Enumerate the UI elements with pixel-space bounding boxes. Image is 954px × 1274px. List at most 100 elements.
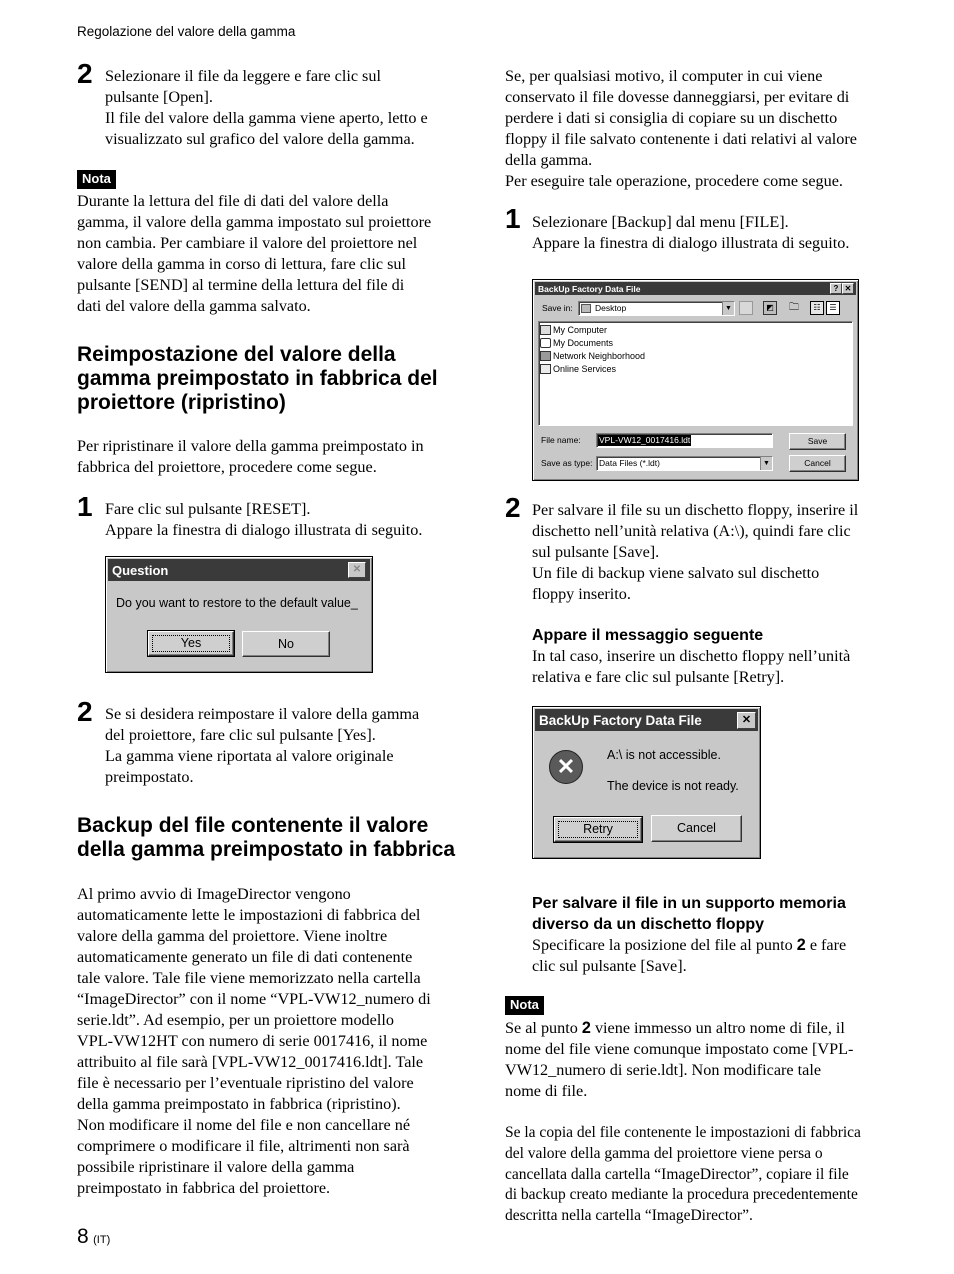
text-line: della gamma preimpostato in fabbrica (ri… bbox=[77, 1095, 401, 1113]
text-line: Per eseguire tale operazione, procedere … bbox=[505, 172, 843, 190]
computer-icon bbox=[540, 324, 551, 335]
text-line: VW12_numero di serie.ldt]. Non modificar… bbox=[505, 1061, 822, 1079]
text-run: Se al punto bbox=[505, 1019, 582, 1037]
text-line: automaticamente generato un file di dati… bbox=[77, 948, 413, 966]
text-line: pulsante [SEND] al termine della lettura… bbox=[77, 276, 405, 294]
page-number-block: 8 (IT) bbox=[77, 1225, 110, 1249]
step-number: 2 bbox=[77, 696, 93, 727]
text-line: del valore della gamma del proiettore vi… bbox=[505, 1144, 823, 1162]
other-media-heading: Per salvare il file in un supporto memor… bbox=[532, 893, 846, 935]
page-language: (IT) bbox=[93, 1234, 111, 1246]
text-line: preimpostato in fabbrica del proiettore. bbox=[77, 1179, 331, 1197]
list-view-icon[interactable]: ☷ bbox=[810, 301, 824, 315]
other-media-text: Specificare la posizione del file al pun… bbox=[532, 935, 846, 977]
step-text: Selezionare [Backup] dal menu [FILE]. Ap… bbox=[532, 212, 849, 254]
close-button[interactable]: ✕ bbox=[737, 712, 756, 729]
nota-label: Nota bbox=[505, 996, 544, 1015]
heading-line: della gamma preimpostato in fabbrica bbox=[77, 838, 456, 861]
text-line: Se al punto 2 viene immesso un altro nom… bbox=[505, 1018, 853, 1039]
no-button[interactable]: No bbox=[242, 631, 330, 657]
nota-text: Se al punto 2 viene immesso un altro nom… bbox=[505, 1018, 853, 1102]
text-line: Appare la finestra di dialogo illustrata… bbox=[105, 521, 423, 539]
save-in-value: Desktop bbox=[595, 303, 627, 313]
close-icon: ✕ bbox=[741, 714, 752, 726]
item-label: Network Neighborhood bbox=[553, 350, 646, 361]
text-line: dischetto nell’unità relativa (A:\), qui… bbox=[532, 522, 851, 540]
section-heading-backup: Backup del file contenente il valore del… bbox=[77, 814, 455, 862]
item-label: My Computer bbox=[553, 324, 608, 335]
text-line: VPL-VW12HT con numero di serie 0017416, … bbox=[77, 1032, 428, 1050]
heading-line: diverso da un dischetto floppy bbox=[532, 916, 765, 933]
save-in-dropdown[interactable]: Desktop ▼ bbox=[578, 301, 735, 316]
help-button[interactable]: ? bbox=[830, 283, 842, 294]
heading-line: Per salvare il file in un supporto memor… bbox=[532, 895, 846, 912]
right-intro: Se, per qualsiasi motivo, il computer in… bbox=[505, 66, 857, 192]
close-button[interactable]: ✕ bbox=[842, 283, 854, 294]
item-label: My Documents bbox=[553, 337, 614, 348]
text-line: di backup creato mediante la procedura p… bbox=[505, 1186, 858, 1204]
text-line: Fare clic sul pulsante [RESET]. bbox=[105, 500, 311, 518]
text-line: Selezionare il file da leggere e fare cl… bbox=[105, 67, 381, 85]
text-line: sul pulsante [Save]. bbox=[532, 543, 660, 561]
file-name-input[interactable]: VPL-VW12_0017416.ldt bbox=[596, 433, 773, 448]
running-head: Regolazione del valore della gamma bbox=[77, 24, 296, 39]
dialog-title: Question bbox=[112, 562, 169, 578]
desktop-shortcut-icon[interactable]: ◩ bbox=[763, 301, 777, 315]
text-line: valore della gamma del proiettore. Viene… bbox=[77, 927, 388, 945]
text-line: cancellata dalla cartella “ImageDirector… bbox=[505, 1165, 849, 1183]
step-number: 2 bbox=[77, 58, 93, 89]
text-line: visualizzato sul grafico del valore dell… bbox=[105, 130, 415, 148]
list-item[interactable]: Online Services bbox=[539, 362, 852, 375]
chevron-down-icon[interactable]: ▼ bbox=[722, 302, 734, 315]
step-text: Per salvare il file su un dischetto flop… bbox=[532, 500, 858, 605]
list-item[interactable]: Network Neighborhood bbox=[539, 349, 852, 362]
details-view-icon[interactable]: ☰ bbox=[826, 301, 840, 315]
step-number: 1 bbox=[505, 203, 521, 234]
heading-line: gamma preimpostato in fabbrica del bbox=[77, 367, 438, 390]
up-one-level-icon[interactable] bbox=[739, 301, 753, 315]
text-line: preimpostato. bbox=[105, 768, 194, 786]
dialog-titlebar: BackUp Factory Data File bbox=[535, 282, 856, 295]
nota-text: Durante la lettura del file di dati del … bbox=[77, 191, 431, 317]
step-text: Selezionare il file da leggere e fare cl… bbox=[105, 66, 428, 150]
text-line: dati del valore della gamma salvato. bbox=[77, 297, 311, 315]
text-line: pulsante [Open]. bbox=[105, 88, 213, 106]
text-run: Specificare la posizione del file al pun… bbox=[532, 936, 797, 954]
page-number: 8 bbox=[77, 1225, 89, 1248]
dialog-titlebar: Question bbox=[108, 559, 370, 581]
chevron-down-icon[interactable]: ▼ bbox=[760, 457, 772, 470]
error-dialog: BackUp Factory Data File ✕ ✕ A:\ is not … bbox=[532, 706, 761, 859]
heading-line: proiettore (ripristino) bbox=[77, 391, 286, 414]
text-line: della gamma. bbox=[505, 151, 593, 169]
list-item[interactable]: My Computer bbox=[539, 323, 852, 336]
text-run: viene immesso un altro nome di file, il bbox=[590, 1019, 845, 1037]
step-number: 1 bbox=[77, 491, 93, 522]
new-folder-icon[interactable]: 🗀 bbox=[787, 301, 801, 315]
heading-line: Reimpostazione del valore della bbox=[77, 343, 396, 366]
cancel-label: Cancel bbox=[677, 821, 716, 835]
text-line: nome del file viene comunque impostato c… bbox=[505, 1040, 854, 1058]
text-line: floppy il file salvato contenente i dati… bbox=[505, 130, 857, 148]
error-line-2: The device is not ready. bbox=[607, 779, 739, 793]
text-line: serie.ldt”. Ad esempio, per un proiettor… bbox=[77, 1011, 394, 1029]
text-line: Per salvare il file su un dischetto flop… bbox=[532, 501, 859, 519]
yes-button[interactable]: Yes bbox=[147, 630, 235, 657]
file-list[interactable]: My Computer My Documents Network Neighbo… bbox=[538, 321, 853, 426]
text-line: fabbrica del proiettore, procedere come … bbox=[77, 458, 377, 476]
list-item[interactable]: My Documents bbox=[539, 336, 852, 349]
cancel-button[interactable]: Cancel bbox=[651, 815, 742, 842]
text-line: “ImageDirector” con il nome “VPL-VW12_nu… bbox=[77, 990, 431, 1008]
text-line: perdere i dati si consiglia di copiare s… bbox=[505, 109, 838, 127]
retry-button[interactable]: Retry bbox=[553, 816, 643, 843]
save-in-label: Save in: bbox=[542, 303, 573, 313]
close-icon: ✕ bbox=[844, 284, 852, 293]
cancel-button[interactable]: Cancel bbox=[789, 455, 846, 472]
file-name-value: VPL-VW12_0017416.ldt bbox=[598, 435, 692, 446]
network-icon bbox=[540, 350, 551, 361]
save-button[interactable]: Save bbox=[789, 433, 846, 450]
text-line: descritta nella cartella “ImageDirector”… bbox=[505, 1207, 753, 1225]
text-line: conservato il file dovesse danneggiarsi,… bbox=[505, 88, 850, 106]
step-text: Fare clic sul pulsante [RESET]. Appare l… bbox=[105, 499, 422, 541]
save-as-type-dropdown[interactable]: Data Files (*.ldt) ▼ bbox=[596, 456, 773, 471]
close-button[interactable]: ✕ bbox=[348, 562, 366, 578]
